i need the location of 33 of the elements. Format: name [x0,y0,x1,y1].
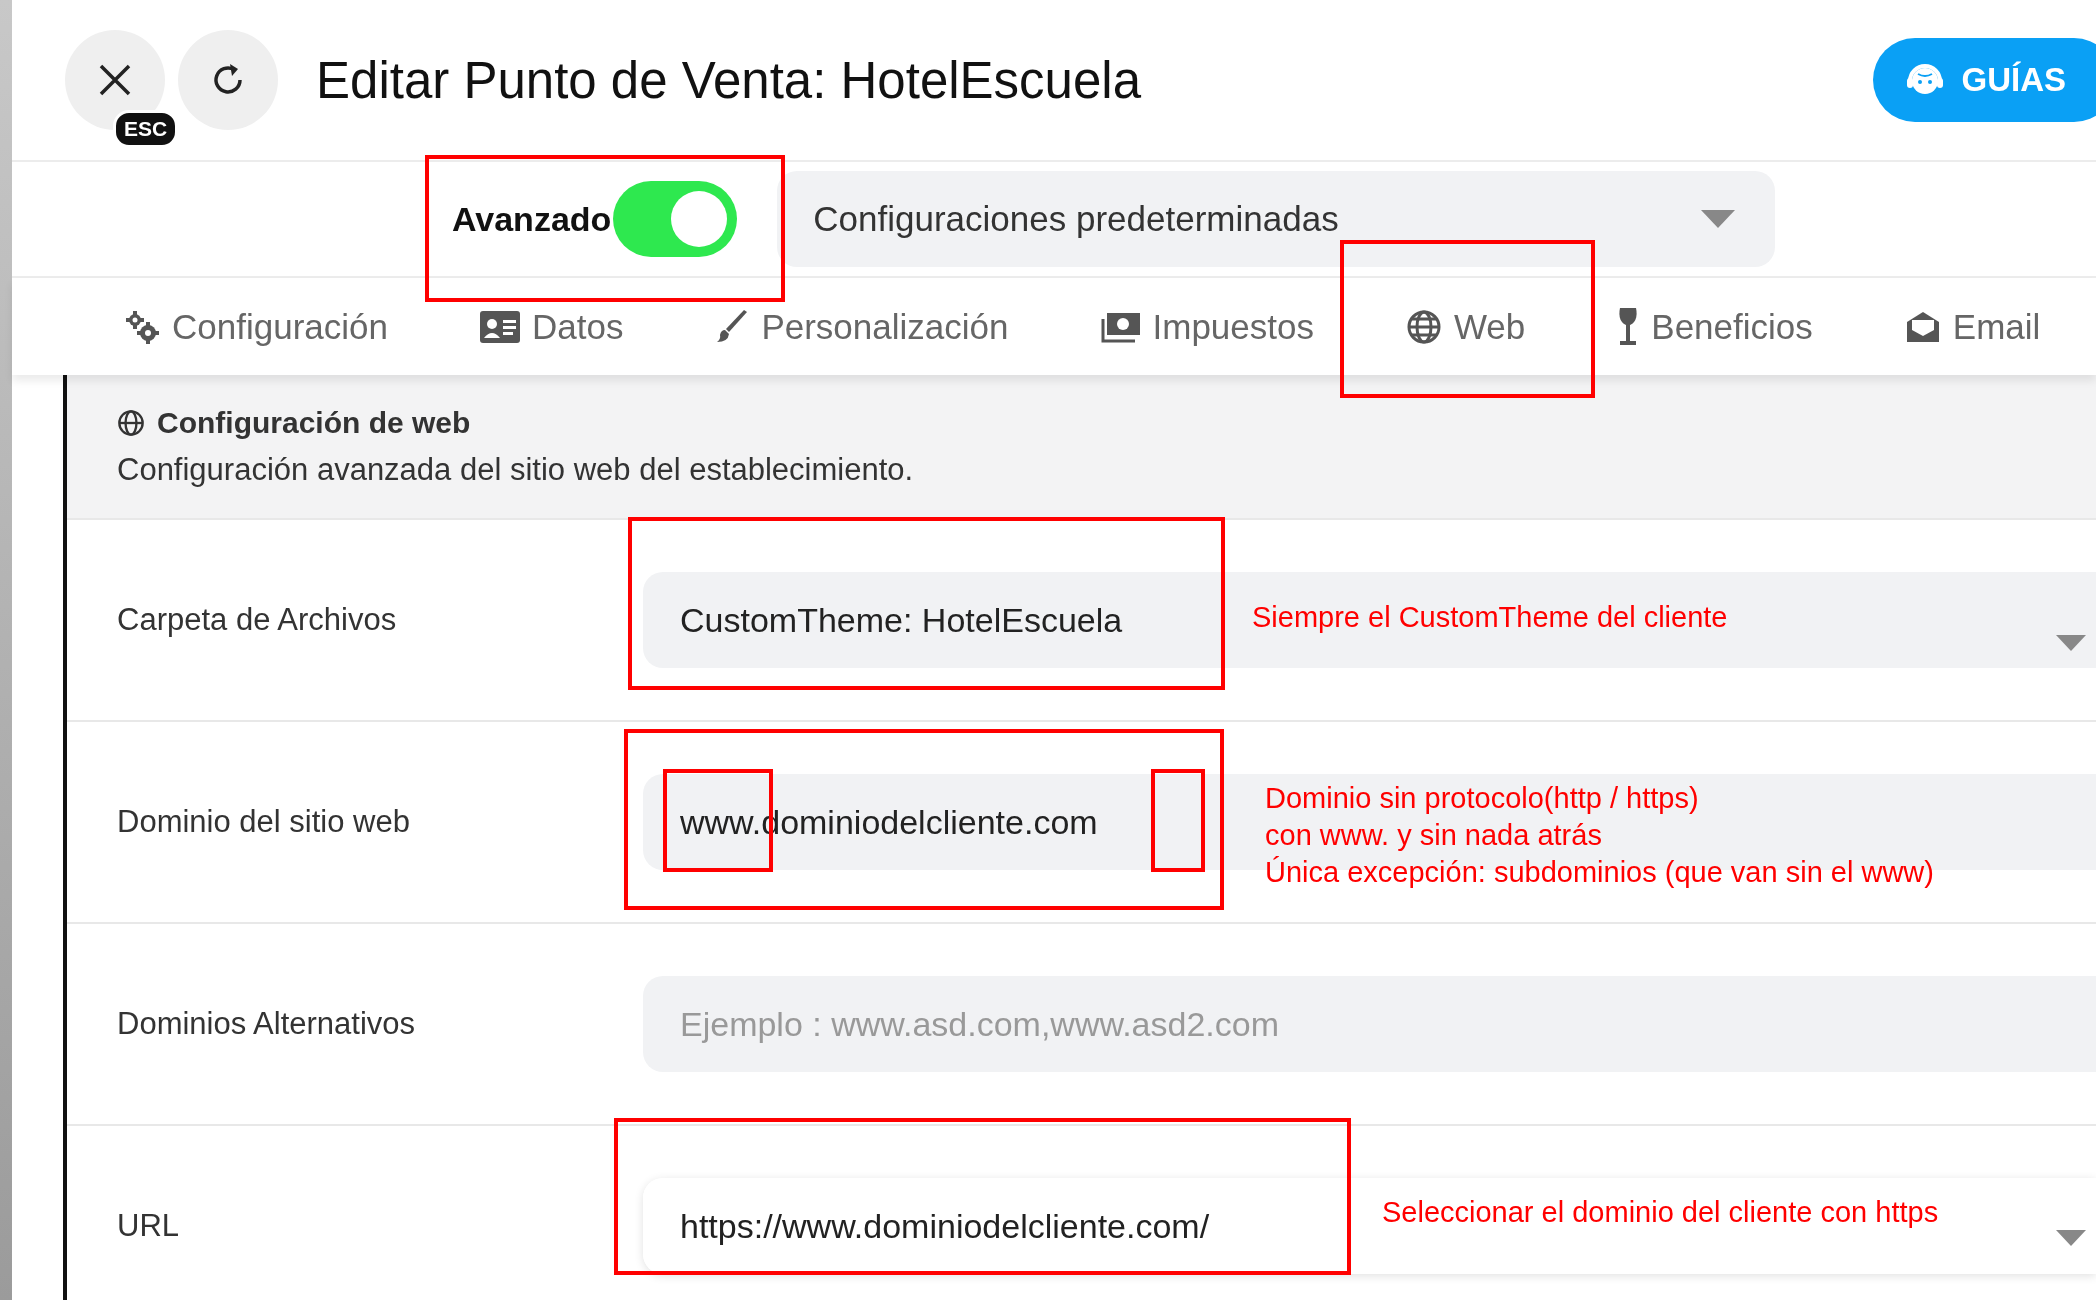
close-icon [97,62,133,98]
caret-icon [2056,635,2086,651]
select-field[interactable]: https://www.dominiodelcliente.com/ [643,1178,1363,1274]
tab[interactable]: Beneficios [1605,306,1825,347]
globe-icon [117,408,145,437]
preset-select[interactable]: Configuraciones predeterminadas [777,171,1776,267]
text-field[interactable]: Ejemplo : www.asd.com,www.asd2.com [643,976,2096,1072]
wine-glass-icon [1617,307,1640,346]
brush-icon [715,309,750,344]
field-label: Dominio del sitio web [116,804,411,840]
field-label: Carpeta de Archivos [116,602,398,638]
field-label: URL [116,1208,180,1244]
tab[interactable]: Web [1393,306,1538,347]
section-heading: Configuración de web [157,405,471,440]
id-card-icon [479,310,520,343]
tab[interactable]: Email [1892,306,2053,347]
tab[interactable]: Datos [467,306,636,347]
annotation-note: Seleccionar el dominio del cliente con https [1382,1195,1939,1230]
caret-icon [2056,1230,2086,1246]
tab[interactable]: Configuración [112,306,400,347]
tab[interactable]: Impuestos [1088,306,1326,347]
advanced-label: Avanzado [452,199,612,239]
field-label: Dominios Alternativos [116,1006,417,1042]
envelope-icon [1904,309,1941,344]
section-description: Configuración avanzada del sitio web del establecimiento. [117,451,915,488]
annotation-note: Dominio sin protocolo(http / https) con www. y sin nada atrás Única excepción: subdominios (que van sin el www) [1265,781,1934,890]
globe-icon [1405,308,1442,345]
gears-icon [124,308,160,345]
tab[interactable]: Personalización [703,306,1021,347]
annotation-note: Siempre el CustomTheme del cliente [1252,600,1728,635]
window-title: Editar Punto de Venta: HotelEscuela [316,50,1142,110]
caret-icon [1701,210,1736,228]
money-icon [1100,310,1141,343]
